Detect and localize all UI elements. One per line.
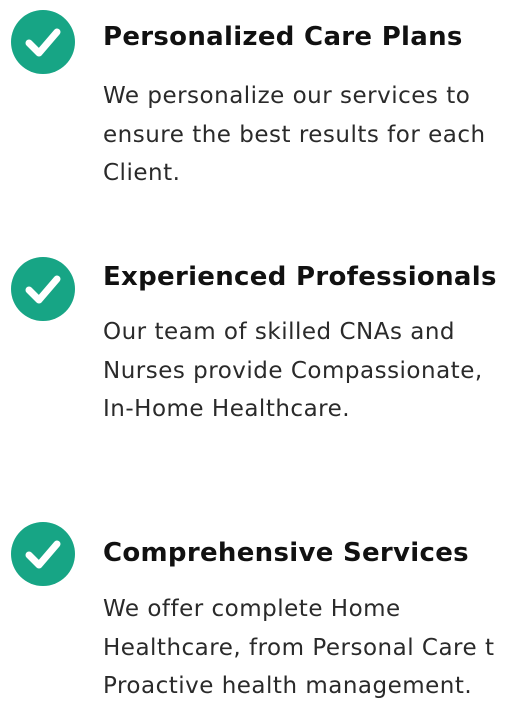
check-circle-icon (11, 10, 75, 74)
feature-title: Comprehensive Services (103, 538, 469, 568)
feature-title: Personalized Care Plans (103, 22, 463, 52)
feature-description: We personalize our services to ensure th… (103, 83, 486, 186)
check-circle-icon (11, 257, 75, 321)
feature-description: Our team of skilled CNAs and Nurses prov… (103, 319, 483, 422)
feature-title: Experienced Professionals (103, 262, 497, 292)
feature-description: We offer complete Home Healthcare, from … (103, 596, 495, 699)
check-circle-icon (11, 522, 75, 586)
